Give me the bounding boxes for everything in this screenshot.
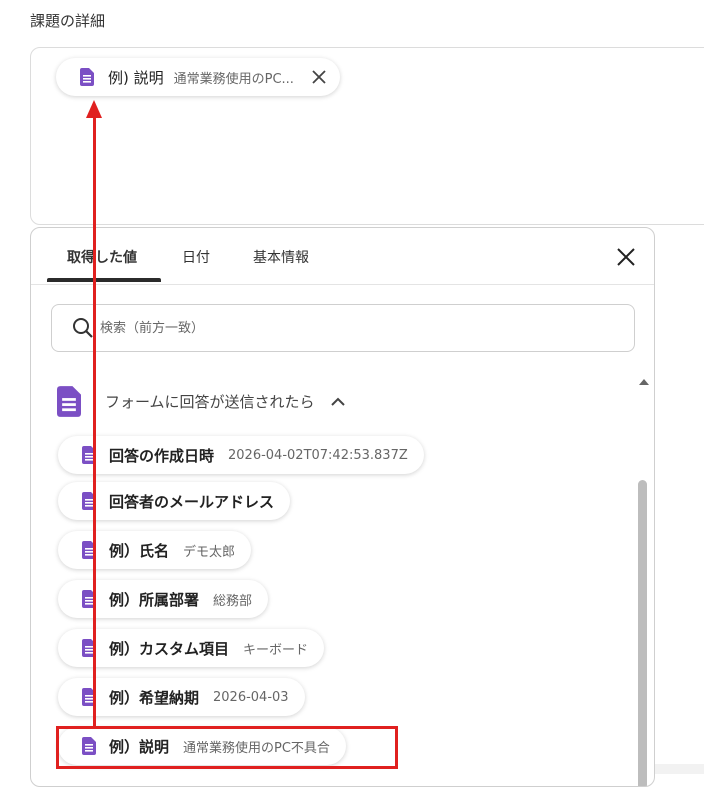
chevron-up-icon[interactable]	[330, 397, 345, 407]
list-item[interactable]: 例）カスタム項目 キーボード	[58, 629, 325, 667]
tab-bar: 取得した値 日付 基本情報	[31, 228, 654, 285]
close-icon[interactable]	[616, 247, 636, 267]
field-label: 課題の詳細	[30, 12, 106, 30]
list-item[interactable]: 例）氏名 デモ太郎	[58, 531, 252, 569]
item-value: 総務部	[213, 593, 253, 609]
background-panel	[655, 227, 704, 774]
selected-token-chip[interactable]: 例) 説明 通常業務使用のPC...	[56, 58, 340, 96]
token-value: 通常業務使用のPC...	[173, 71, 294, 87]
tab-date[interactable]: 日付	[182, 247, 210, 267]
tab-retrieved-values[interactable]: 取得した値	[67, 247, 137, 267]
item-label: 例）希望納期	[109, 688, 200, 707]
search-icon	[73, 318, 93, 338]
active-tab-indicator	[47, 278, 161, 282]
value-picker-dropdown: 取得した値 日付 基本情報 フォームに回答が送信されたら 回答の作成日時 2026…	[30, 227, 655, 787]
search-input[interactable]	[98, 319, 582, 337]
annotation-highlight	[56, 726, 398, 769]
annotation-arrow-line	[93, 112, 96, 728]
annotation-arrow-head	[86, 100, 102, 118]
doc-icon	[80, 68, 94, 86]
section-title: フォームに回答が送信されたら	[105, 393, 315, 411]
background-strip	[655, 764, 704, 774]
tab-basic-info[interactable]: 基本情報	[253, 247, 309, 267]
trigger-section-header[interactable]: フォームに回答が送信されたら	[57, 386, 345, 417]
item-label: 回答者のメールアドレス	[109, 492, 275, 511]
item-label: 例）氏名	[109, 541, 170, 560]
item-value: デモ太郎	[183, 544, 236, 560]
scroll-up-icon[interactable]	[638, 376, 650, 388]
item-value: 2026-04-03	[213, 689, 289, 705]
item-label: 回答の作成日時	[109, 446, 215, 465]
list-item[interactable]: 回答の作成日時 2026-04-02T07:42:53.837Z	[58, 436, 424, 474]
search-field[interactable]	[51, 304, 635, 352]
item-value: キーボード	[243, 642, 309, 658]
scrollbar-thumb[interactable]	[638, 480, 647, 786]
item-value: 2026-04-02T07:42:53.837Z	[228, 447, 408, 463]
close-icon[interactable]	[312, 70, 326, 84]
doc-icon	[57, 386, 81, 417]
item-label: 例）カスタム項目	[109, 639, 230, 658]
item-label: 例）所属部署	[109, 590, 200, 609]
token-label: 例) 説明	[108, 68, 164, 87]
list-item[interactable]: 例）所属部署 総務部	[58, 580, 269, 618]
